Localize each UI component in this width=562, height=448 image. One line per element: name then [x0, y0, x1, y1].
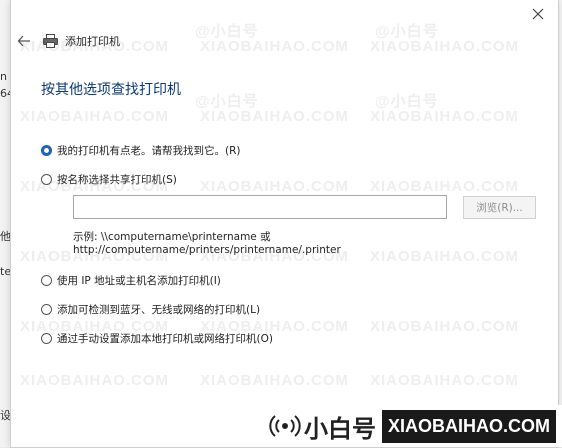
page-heading: 按其他选项查找打印机: [41, 82, 181, 98]
option-add-by-ip[interactable]: 使用 IP 地址或主机名添加打印机(I): [41, 273, 221, 288]
option-add-local-manual[interactable]: 通过手动设置添加本地打印机或网络打印机(O): [41, 331, 273, 346]
close-icon: [532, 8, 544, 20]
back-button[interactable]: [15, 32, 33, 50]
broadcast-icon: [268, 411, 302, 441]
option-select-shared-by-name[interactable]: 按名称选择共享打印机(S): [41, 172, 177, 187]
back-arrow-icon: [17, 35, 30, 47]
browse-button[interactable]: 浏览(R)...: [463, 196, 536, 219]
option-label: 通过手动设置添加本地打印机或网络打印机(O): [57, 333, 273, 345]
radio-button[interactable]: [41, 304, 52, 315]
shared-printer-name-input[interactable]: [73, 195, 447, 219]
example-text-line1: 示例: \\computername\printername 或: [73, 231, 271, 243]
dialog-title: 添加打印机: [65, 35, 120, 48]
radio-button[interactable]: [41, 275, 52, 286]
brand-url: XIAOBAIHAO.COM: [382, 409, 556, 443]
brand-name: 小白号: [304, 414, 376, 443]
close-button[interactable]: [528, 4, 548, 24]
option-printer-is-old[interactable]: 我的打印机有点老。请帮我找到它。(R): [41, 143, 241, 158]
example-text-line2: http://computername/printers/printername…: [73, 244, 341, 256]
option-label: 我的打印机有点老。请帮我找到它。(R): [57, 145, 241, 157]
radio-button[interactable]: [41, 174, 52, 185]
option-label: 使用 IP 地址或主机名添加打印机(I): [57, 275, 221, 287]
option-label: 按名称选择共享打印机(S): [57, 174, 177, 186]
add-printer-dialog: 添加打印机 按其他选项查找打印机 我的打印机有点老。请帮我找到它。(R) 按名称…: [10, 0, 559, 448]
printer-icon: [43, 33, 59, 49]
brand-watermark-banner: 小白号 XIAOBAIHAO.COM: [262, 405, 562, 447]
radio-button[interactable]: [41, 145, 52, 156]
background-text: n: [0, 70, 7, 83]
option-detect-bluetooth-wireless[interactable]: 添加可检测到蓝牙、无线或网络的打印机(L): [41, 302, 260, 317]
radio-button[interactable]: [41, 333, 52, 344]
option-label: 添加可检测到蓝牙、无线或网络的打印机(L): [57, 304, 261, 316]
dialog-titlebar: 添加打印机: [11, 28, 558, 54]
